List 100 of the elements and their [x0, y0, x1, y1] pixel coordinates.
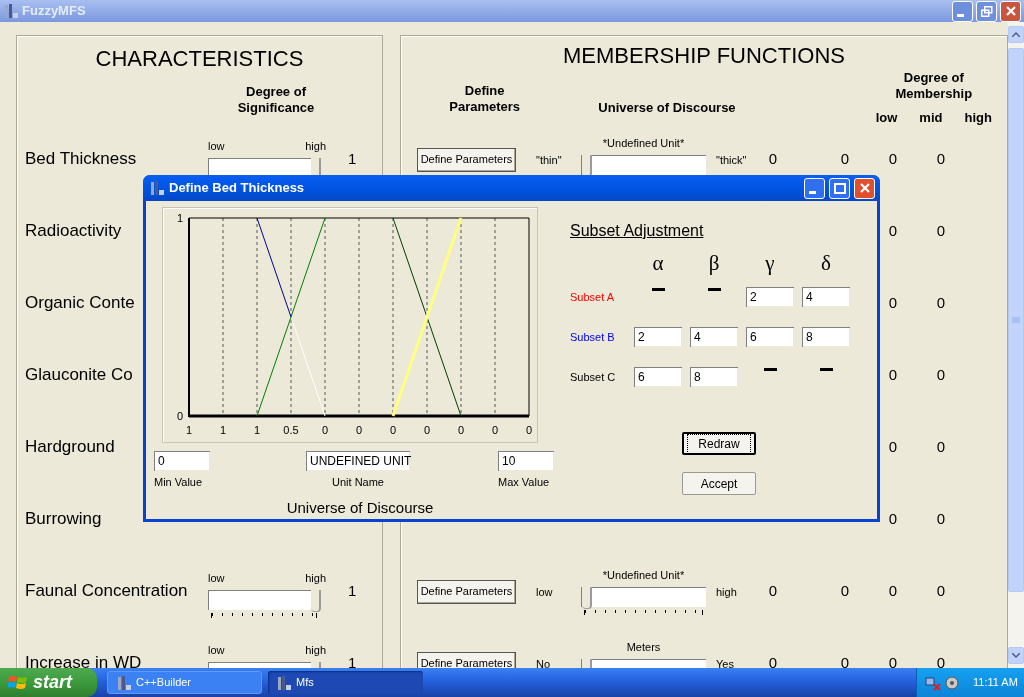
taskbar-button[interactable]: C++Builder — [107, 671, 262, 694]
x-tick-label: 1 — [219, 424, 227, 436]
x-tick-label: 1 — [253, 424, 261, 436]
scale-label: low — [536, 585, 553, 598]
membership-value: 0 — [888, 581, 898, 599]
column-heading: high — [964, 109, 992, 127]
x-tick-label: 0 — [457, 424, 465, 436]
define-parameters-button[interactable]: Define Parameters — [417, 147, 516, 172]
x-tick-label: 1 — [185, 424, 193, 436]
membership-value: 0 — [936, 149, 946, 167]
characteristic-label: Burrowing — [24, 508, 103, 531]
input-field[interactable]: 2 — [634, 327, 682, 347]
membership-value: 0 — [888, 509, 898, 527]
parameter-heading: γ — [764, 250, 776, 278]
input-field[interactable]: 6 — [634, 367, 682, 387]
scale-label: "thick" — [716, 153, 747, 166]
membership-value: 0 — [936, 365, 946, 383]
input-field[interactable]: 4 — [690, 327, 738, 347]
characteristic-label: Organic Conte — [24, 292, 136, 315]
field-label: Max Value — [498, 475, 551, 490]
significance-value: 1 — [348, 148, 357, 169]
scale-label: high — [305, 642, 326, 658]
membership-value: 0 — [936, 509, 946, 527]
membership-value: 0 — [936, 581, 946, 599]
y-tick-label: 1 — [176, 212, 183, 224]
x-tick-label: 0 — [321, 424, 329, 436]
x-tick-label: 0 — [423, 424, 431, 436]
window-title: FuzzyMFS — [22, 2, 87, 21]
panel-title: MEMBERSHIP FUNCTIONS — [563, 42, 845, 70]
scale-label: high — [716, 585, 737, 598]
scale-label: No — [536, 657, 551, 668]
column-heading: low — [875, 109, 898, 127]
scale-label: "thin" — [536, 153, 562, 166]
start-button[interactable]: start — [0, 668, 97, 697]
membership-value: 0 — [936, 221, 946, 239]
input-field[interactable]: UNDEFINED UNIT — [306, 451, 410, 471]
y-tick-label: 0 — [176, 410, 183, 422]
parameter-heading: α — [651, 250, 665, 278]
membership-value: 0 — [768, 149, 778, 167]
subset-label: Subset B — [570, 329, 616, 345]
membership-value: 0 — [936, 653, 946, 668]
membership-value: 0 — [888, 221, 898, 239]
input-field[interactable]: 8 — [802, 327, 850, 347]
membership-value: 0 — [888, 365, 898, 383]
membership-value: 0 — [768, 653, 778, 668]
panel-title: CHARACTERISTICS — [95, 44, 304, 73]
characteristic-label: Glauconite Co — [24, 364, 134, 387]
characteristic-label: Faunal Concentration — [24, 580, 189, 603]
subset-label: Subset C — [570, 369, 617, 385]
parameter-heading: δ — [820, 250, 832, 278]
membership-value: 0 — [888, 293, 898, 311]
column-heading: Degree of Membership — [894, 70, 974, 102]
input-field[interactable]: 2 — [746, 287, 794, 307]
unit-label: *Undefined Unit* — [602, 135, 685, 151]
column-heading: mid — [919, 109, 943, 127]
parameter-heading: β — [707, 250, 721, 278]
membership-value: 0 — [888, 149, 898, 167]
column-heading: Define Parameters — [448, 83, 522, 116]
x-tick-label: 0 — [355, 424, 363, 436]
scale-label: Yes — [716, 657, 734, 668]
section-title: Subset Adjustment — [570, 221, 704, 241]
significance-value: 1 — [348, 652, 357, 668]
input-field[interactable]: 8 — [690, 367, 738, 387]
x-tick-label: 0.5 — [283, 424, 299, 436]
x-tick-label: 0 — [491, 424, 499, 436]
membership-value: 0 — [888, 437, 898, 455]
significance-value: 1 — [348, 580, 357, 601]
dialog-button[interactable]: Accept — [682, 472, 756, 495]
input-field[interactable]: 0 — [154, 451, 210, 471]
dialog-title: Define Bed Thickness — [169, 179, 306, 198]
define-parameters-button[interactable]: Define Parameters — [417, 651, 516, 668]
subset-label: Subset A — [570, 289, 616, 305]
membership-value: 0 — [840, 653, 850, 668]
membership-value: 0 — [936, 293, 946, 311]
input-field[interactable]: 10 — [498, 451, 554, 471]
field-label: Min Value — [154, 475, 204, 490]
unit-label: Meters — [626, 639, 661, 655]
x-tick-label: 0 — [389, 424, 397, 436]
unit-label: *Undefined Unit* — [602, 567, 685, 583]
column-heading: Degree of Significance — [236, 84, 316, 117]
scale-label: low — [208, 138, 225, 154]
membership-value: 0 — [840, 149, 850, 167]
column-heading: Universe of Discourse — [598, 99, 736, 117]
x-tick-label: 0 — [525, 424, 533, 436]
define-parameters-button[interactable]: Define Parameters — [417, 579, 516, 604]
membership-value: 0 — [768, 581, 778, 599]
scale-label: low — [208, 570, 225, 586]
membership-value: 0 — [936, 437, 946, 455]
scale-label: high — [305, 570, 326, 586]
caption: Universe of Discourse — [286, 497, 434, 518]
membership-value: 0 — [840, 581, 850, 599]
characteristic-label: Hardground — [24, 436, 116, 459]
taskbar-button[interactable]: Mfs — [268, 671, 423, 694]
scale-label: low — [208, 642, 225, 658]
characteristic-label: Bed Thickness — [24, 148, 138, 171]
input-field[interactable]: 4 — [802, 287, 850, 307]
dialog-button[interactable]: Redraw — [682, 432, 756, 455]
field-label: Unit Name — [332, 475, 384, 490]
membership-value: 0 — [888, 653, 898, 668]
input-field[interactable]: 6 — [746, 327, 794, 347]
